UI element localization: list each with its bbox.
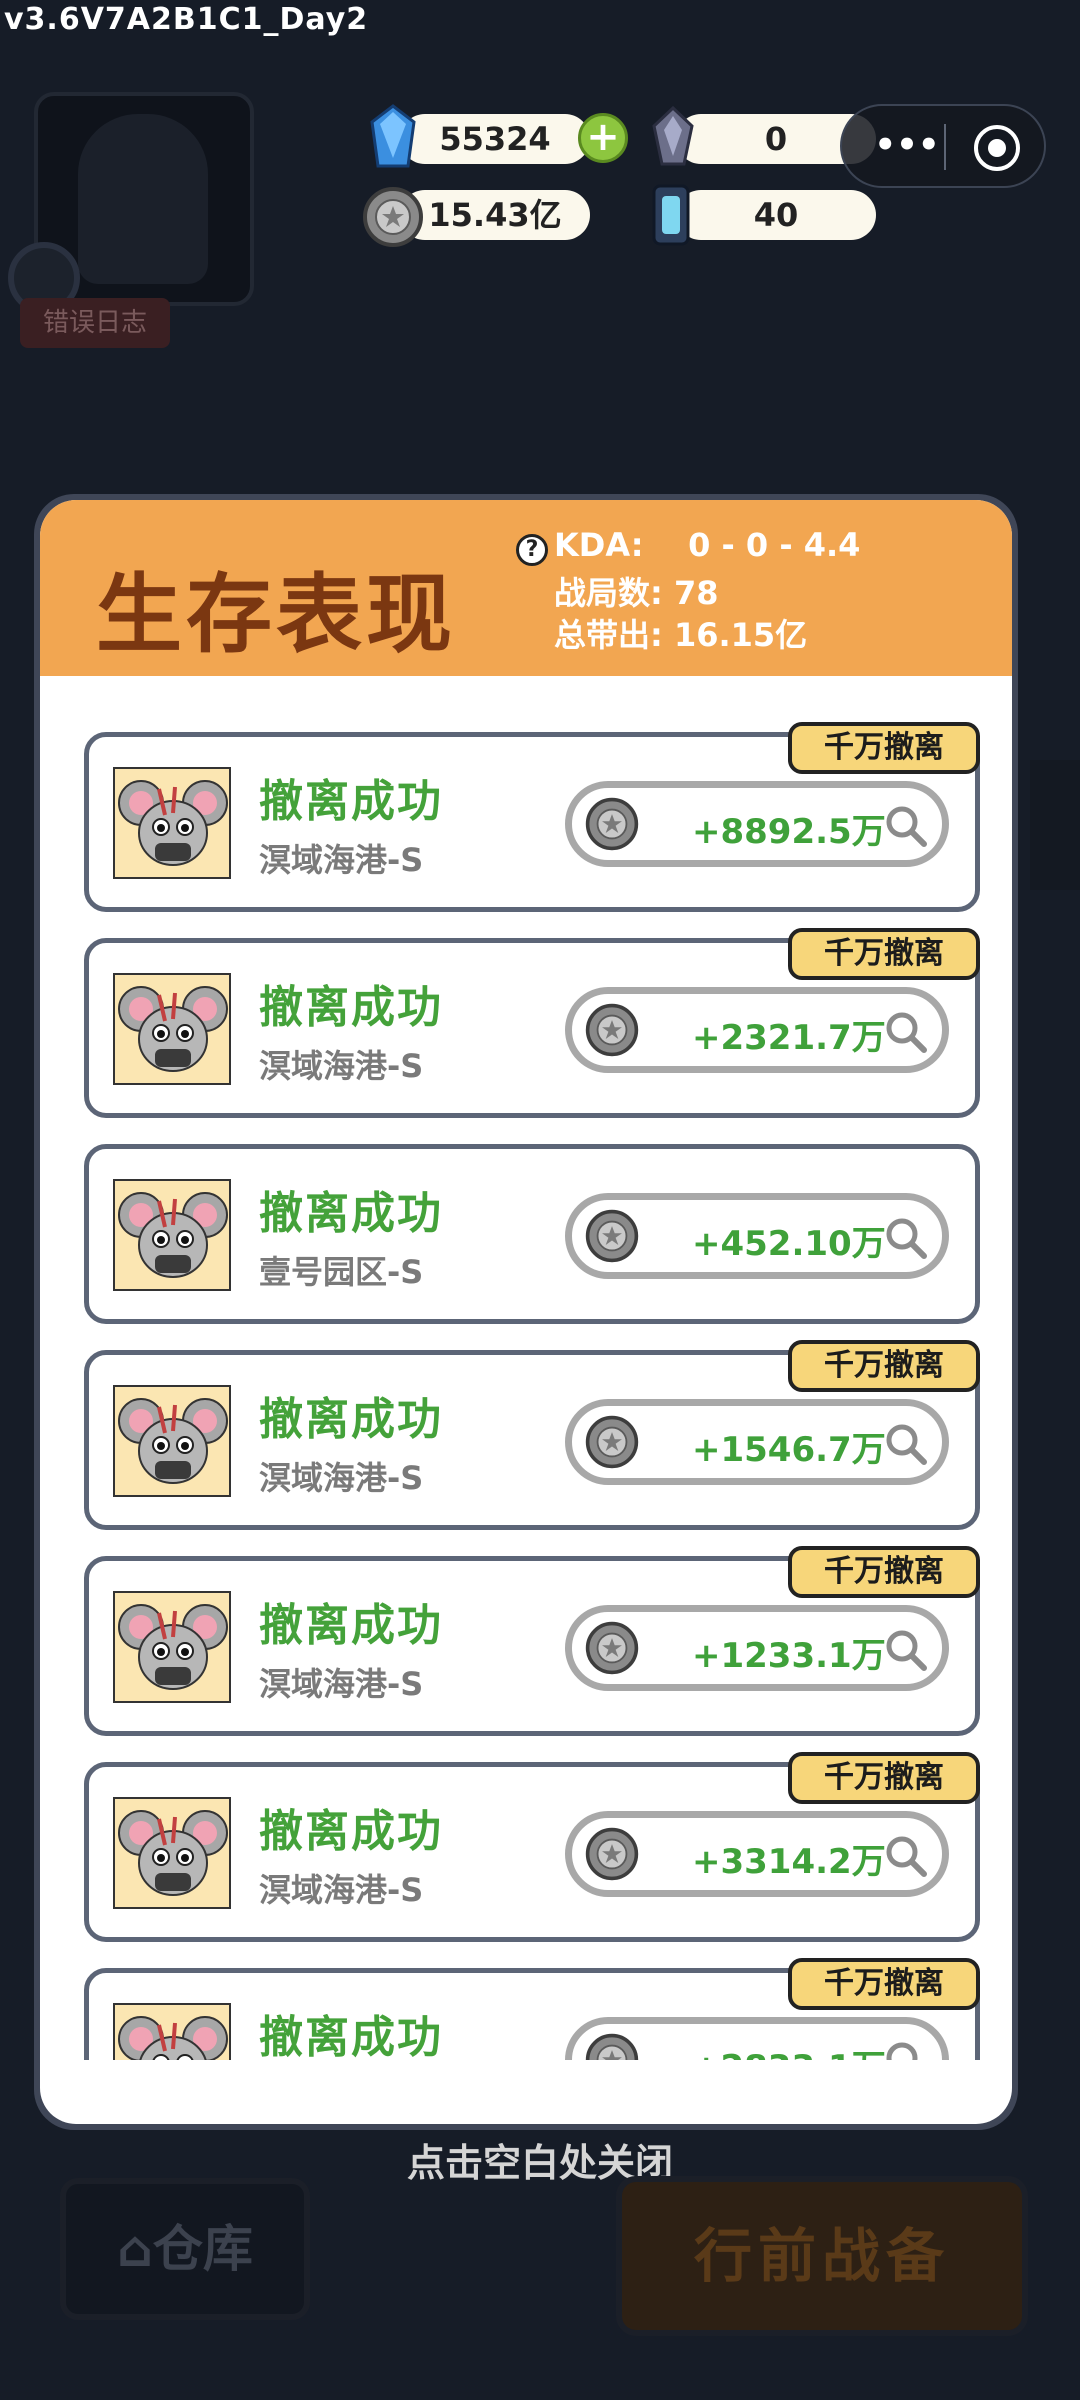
matches-stat: 战局数: 78 — [554, 574, 719, 612]
record-value-pill[interactable]: +2833.1万 — [565, 2017, 949, 2060]
background-edge — [1030, 760, 1080, 890]
search-icon[interactable] — [882, 2038, 930, 2060]
warehouse-label: 仓库 — [152, 2220, 253, 2278]
record-value: +1233.1万 — [692, 1636, 886, 1676]
record-list[interactable]: 撤离成功 溟域海港-S +8892.5万 千万撤离 撤离成功 溟域海港-S +2… — [40, 676, 1012, 2060]
coin-icon — [585, 797, 639, 851]
modal-header: 生存表现 ? KDA: 0 - 0 - 4.4 战局数: 78 总带出: 16.… — [40, 500, 1012, 676]
ten-million-badge: 千万撤离 — [788, 1546, 980, 1598]
coin-icon — [585, 1209, 639, 1263]
coin-icon — [363, 187, 423, 247]
ten-million-badge: 千万撤离 — [788, 1340, 980, 1392]
record-map: 溟域海港-S — [259, 1665, 424, 1703]
record-card[interactable]: 撤离成功 壹号园区-S +452.10万 — [84, 1144, 980, 1324]
record-value: +2321.7万 — [692, 1018, 886, 1058]
record-map: 溟域海港-S — [259, 1459, 424, 1497]
record-status: 撤离成功 — [259, 982, 443, 1033]
mouse-avatar-icon — [113, 1797, 231, 1909]
kda-stat: KDA: 0 - 0 - 4.4 — [554, 526, 861, 564]
avatar-silhouette — [78, 114, 208, 284]
record-value: +3314.2万 — [692, 1842, 886, 1882]
mouse-avatar-icon — [113, 2003, 231, 2060]
record-value-pill[interactable]: +1546.7万 — [565, 1399, 949, 1485]
survival-performance-modal: 生存表现 ? KDA: 0 - 0 - 4.4 战局数: 78 总带出: 16.… — [34, 494, 1018, 2130]
record-map: 溟域海港-S — [259, 1047, 424, 1085]
energy-counter: 40 — [676, 190, 876, 240]
capsule-divider — [944, 124, 946, 170]
add-gems-button[interactable]: + — [578, 113, 628, 163]
coins-counter: 15.43亿 — [400, 190, 590, 240]
record-status: 撤离成功 — [259, 1600, 443, 1651]
version-label: v3.6V7A2B1C1_Day2 — [4, 2, 369, 37]
search-icon[interactable] — [882, 1832, 930, 1880]
modal-title: 生存表现 — [96, 565, 456, 665]
mouse-avatar-icon — [113, 1179, 231, 1291]
record-status: 撤离成功 — [259, 1806, 443, 1857]
record-map: 溟域海港-S — [259, 1871, 424, 1909]
crystal-icon — [652, 106, 694, 166]
search-icon[interactable] — [882, 1008, 930, 1056]
record-value: +2833.1万 — [692, 2040, 886, 2060]
mouse-avatar-icon — [113, 767, 231, 879]
record-status: 撤离成功 — [259, 776, 443, 827]
error-log-button[interactable]: 错误日志 — [20, 298, 170, 348]
record-value-pill[interactable]: +1233.1万 — [565, 1605, 949, 1691]
record-value-pill[interactable]: +2321.7万 — [565, 987, 949, 1073]
ten-million-badge: 千万撤离 — [788, 722, 980, 774]
record-status: 撤离成功 — [259, 1394, 443, 1445]
record-status: 撤离成功 — [259, 1188, 443, 1239]
record-value-pill[interactable]: +452.10万 — [565, 1193, 949, 1279]
coin-icon — [585, 2033, 639, 2060]
coin-icon — [585, 1827, 639, 1881]
ten-million-badge: 千万撤离 — [788, 928, 980, 980]
coin-icon — [585, 1621, 639, 1675]
canister-icon — [652, 184, 690, 246]
coin-icon — [585, 1003, 639, 1057]
ten-million-badge: 千万撤离 — [788, 1752, 980, 1804]
prepare-button[interactable]: 行前战备 — [616, 2176, 1028, 2336]
record-status: 撤离成功 — [259, 2012, 443, 2060]
search-icon[interactable] — [882, 802, 930, 850]
home-icon: ⌂ — [117, 2220, 153, 2278]
search-icon[interactable] — [882, 1626, 930, 1674]
record-value-pill[interactable]: +3314.2万 — [565, 1811, 949, 1897]
search-icon[interactable] — [882, 1214, 930, 1262]
close-target-icon[interactable] — [974, 125, 1020, 171]
record-value-pill[interactable]: +8892.5万 — [565, 781, 949, 867]
mouse-avatar-icon — [113, 1591, 231, 1703]
gem-icon — [370, 104, 416, 168]
search-icon[interactable] — [882, 1420, 930, 1468]
help-icon[interactable]: ? — [516, 534, 548, 566]
warehouse-button[interactable]: ⌂仓库 — [60, 2178, 310, 2320]
coin-icon — [585, 1415, 639, 1469]
record-map: 壹号园区-S — [259, 1253, 424, 1291]
gems-counter: 55324 — [400, 114, 590, 164]
mouse-avatar-icon — [113, 973, 231, 1085]
record-value: +8892.5万 — [692, 812, 886, 852]
more-icon[interactable]: ••• — [872, 126, 942, 166]
mouse-avatar-icon — [113, 1385, 231, 1497]
record-map: 溟域海港-S — [259, 841, 424, 879]
record-value: +452.10万 — [692, 1224, 886, 1264]
mini-program-capsule: ••• — [840, 104, 1046, 188]
record-value: +1546.7万 — [692, 1430, 886, 1470]
total-stat: 总带出: 16.15亿 — [554, 616, 808, 654]
ten-million-badge: 千万撤离 — [788, 1958, 980, 2010]
modal-body: 生存表现 ? KDA: 0 - 0 - 4.4 战局数: 78 总带出: 16.… — [40, 500, 1012, 2124]
